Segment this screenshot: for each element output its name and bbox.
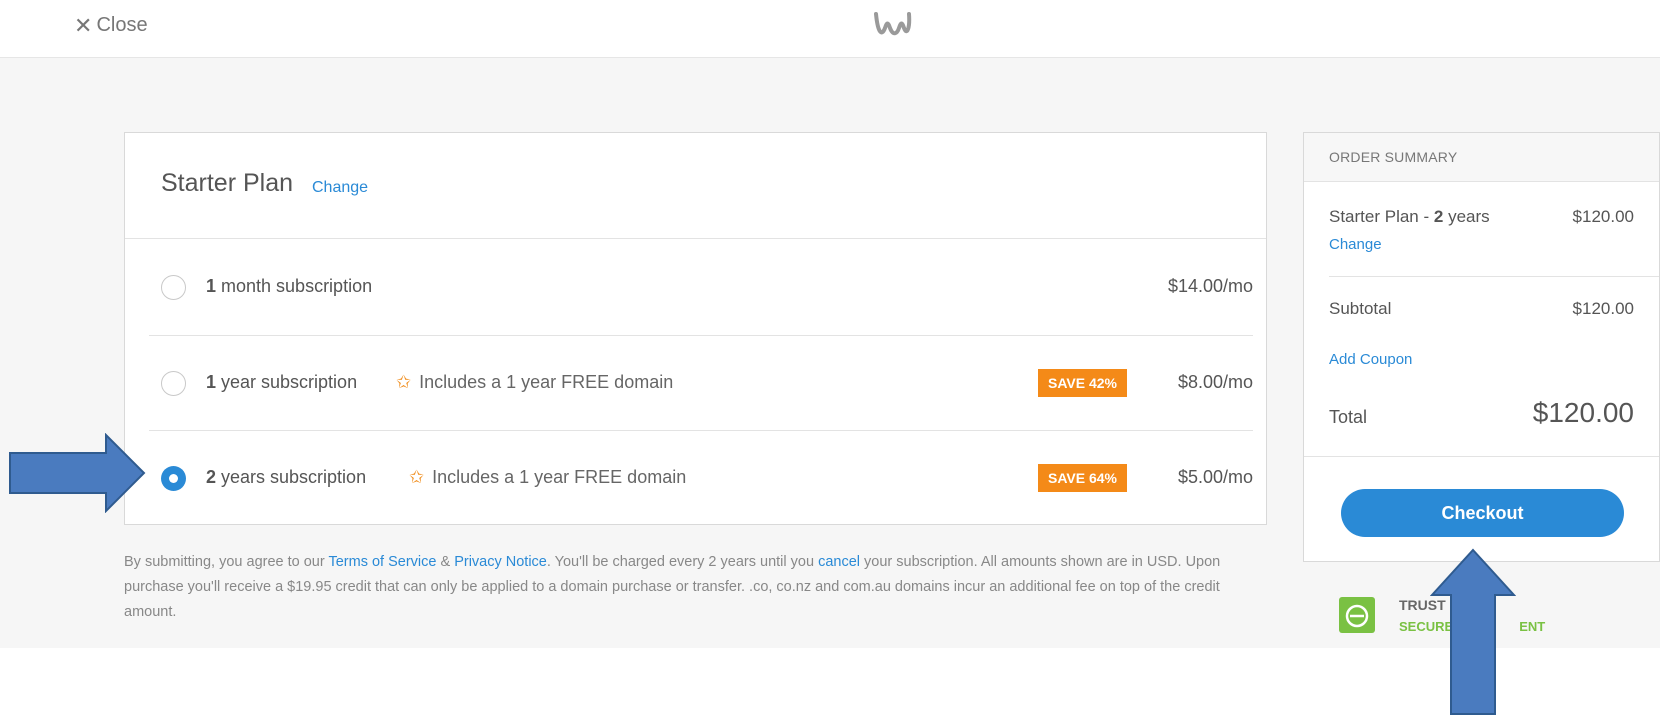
star-icon: ✩ — [409, 467, 425, 487]
subtotal-value: $120.00 — [1572, 299, 1634, 318]
legal-notice: By submitting, you agree to our Terms of… — [124, 554, 1221, 620]
close-label: Close — [96, 14, 148, 36]
total-label: Total — [1329, 407, 1368, 427]
plan-header: Starter Plan Change — [125, 133, 1266, 239]
radio-2-years-selected[interactable] — [161, 466, 186, 491]
weebly-logo-icon — [874, 12, 912, 36]
terms-of-service-link[interactable]: Terms of Service — [328, 554, 436, 570]
radio-1-year[interactable] — [161, 371, 186, 396]
checkout-content: Starter Plan Change 1 month subscription… — [0, 58, 1660, 648]
subscription-option-1-year[interactable]: 1 year subscription ✩ Includes a 1 year … — [149, 335, 1253, 430]
divider — [1329, 276, 1659, 277]
total-value: $120.00 — [1532, 397, 1634, 428]
checkout-button[interactable]: Checkout — [1341, 489, 1624, 537]
secure-payment-label: SECURE ENT — [1399, 619, 1546, 634]
option-price: $14.00/mo — [1167, 276, 1253, 296]
order-summary-heading: ORDER SUMMARY — [1304, 133, 1659, 182]
option-label: 1 year subscription — [206, 372, 358, 392]
save-badge: SAVE 42% — [1038, 369, 1127, 397]
divider — [1304, 456, 1659, 457]
subscription-option-2-years[interactable]: 2 years subscription ✩ Includes a 1 year… — [149, 430, 1253, 525]
summary-change-link[interactable]: Change — [1329, 236, 1382, 253]
trust-label: TRUST — [1399, 597, 1446, 613]
option-perk: ✩ Includes a 1 year FREE domain — [396, 372, 674, 392]
option-price: $5.00/mo — [1177, 467, 1253, 487]
trust-badge: TRUST SECURE ENT — [1339, 597, 1639, 647]
order-summary: ORDER SUMMARY Starter Plan - 2 years $12… — [1303, 132, 1660, 562]
close-button[interactable]: ✕ Close — [74, 14, 148, 37]
star-icon: ✩ — [396, 372, 412, 392]
privacy-notice-link[interactable]: Privacy Notice — [454, 554, 547, 570]
radio-1-month[interactable] — [161, 275, 186, 300]
close-icon: ✕ — [74, 12, 93, 38]
subscription-option-1-month[interactable]: 1 month subscription $14.00/mo — [149, 240, 1253, 335]
top-bar: ✕ Close — [0, 0, 1660, 58]
change-plan-link[interactable]: Change — [312, 179, 368, 197]
summary-item-price: $120.00 — [1572, 207, 1634, 226]
trust-shield-icon — [1339, 597, 1375, 633]
option-label: 2 years subscription — [206, 467, 367, 487]
option-perk: ✩ Includes a 1 year FREE domain — [409, 467, 687, 487]
save-badge: SAVE 64% — [1038, 464, 1127, 492]
add-coupon-link[interactable]: Add Coupon — [1329, 351, 1412, 368]
plan-title: Starter Plan — [161, 169, 294, 197]
option-label: 1 month subscription — [206, 276, 373, 296]
plan-card: Starter Plan Change 1 month subscription… — [124, 132, 1267, 525]
cancel-link[interactable]: cancel — [818, 554, 860, 570]
subtotal-row: Subtotal $120.00 — [1329, 299, 1634, 318]
summary-item: Starter Plan - 2 years $120.00 — [1329, 207, 1634, 226]
option-price: $8.00/mo — [1177, 372, 1253, 392]
